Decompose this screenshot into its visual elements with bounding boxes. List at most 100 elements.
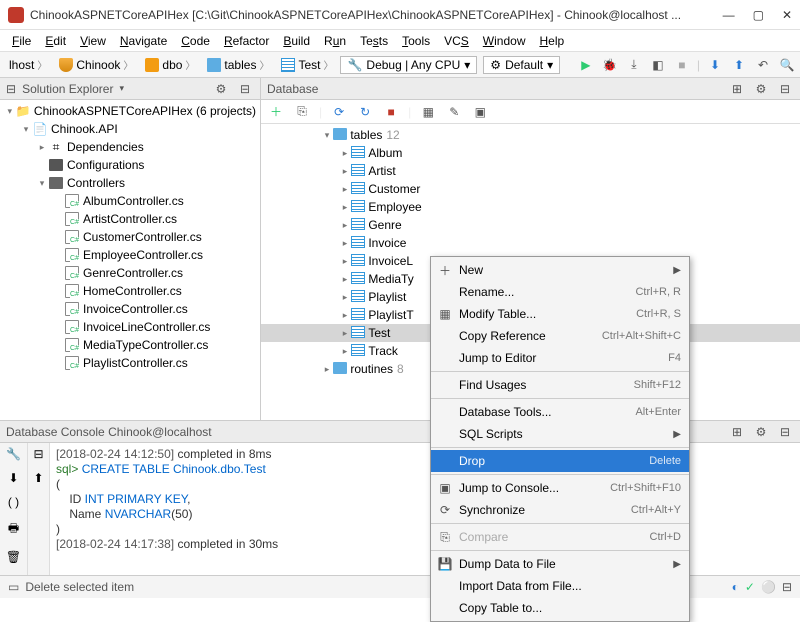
menu-item-copy-table-to-[interactable]: Copy Table to...	[431, 597, 689, 619]
project-node[interactable]: ▾📄Chinook.API	[0, 120, 260, 138]
status-text: Delete selected item	[25, 580, 134, 594]
print-icon[interactable]: 🖶	[8, 519, 19, 540]
dependencies-node[interactable]: ▸⌗Dependencies	[0, 138, 260, 156]
menu-file[interactable]: File	[6, 32, 37, 50]
table-row[interactable]: ▸ Invoice	[261, 234, 800, 252]
crumb-host[interactable]: lhost〉	[4, 55, 52, 74]
menu-item-jump-to-console-[interactable]: ▣Jump to Console...Ctrl+Shift+F10	[431, 477, 689, 499]
status-indicator-2[interactable]: ✓	[745, 580, 755, 594]
export-icon[interactable]: ⬆	[33, 471, 43, 485]
menu-item-modify-table-[interactable]: ▦Modify Table...Ctrl+R, S	[431, 303, 689, 325]
table-row[interactable]: ▸ Album	[261, 144, 800, 162]
table-row[interactable]: ▸ Employee	[261, 198, 800, 216]
attach-button[interactable]: ⤓	[625, 56, 643, 74]
run-button[interactable]: ▶	[577, 56, 595, 74]
menu-window[interactable]: Window	[477, 32, 532, 50]
controller-file[interactable]: PlaylistController.cs	[0, 354, 260, 372]
status-indicator-1[interactable]: ◐	[732, 580, 739, 594]
vcs-update-button[interactable]: ⬇	[706, 56, 724, 74]
db-add-icon[interactable]: ＋	[267, 103, 285, 121]
build-config-selector[interactable]: 🔧 Debug | Any CPU ▾	[340, 56, 477, 74]
download-icon[interactable]: ⬇	[8, 471, 18, 485]
debug-button[interactable]: 🐞	[601, 56, 619, 74]
menu-item-new[interactable]: ＋New▶	[431, 259, 689, 281]
controller-file[interactable]: InvoiceController.cs	[0, 300, 260, 318]
menu-build[interactable]: Build	[277, 32, 316, 50]
db-panel-options-icon[interactable]: ⊞	[728, 80, 746, 98]
maximize-button[interactable]: ▢	[753, 8, 764, 22]
tables-folder[interactable]: ▾ tables12	[261, 126, 800, 144]
search-button[interactable]: 🔍	[778, 56, 796, 74]
controller-file[interactable]: AlbumController.cs	[0, 192, 260, 210]
configurations-node[interactable]: Configurations	[0, 156, 260, 174]
controller-file[interactable]: InvoiceLineController.cs	[0, 318, 260, 336]
menu-item-database-tools-[interactable]: Database Tools...Alt+Enter	[431, 401, 689, 423]
controller-file[interactable]: MediaTypeController.cs	[0, 336, 260, 354]
panel-settings-icon[interactable]: ⚙	[212, 80, 230, 98]
menu-run[interactable]: Run	[318, 32, 352, 50]
panel-hide-icon[interactable]: ⊟	[236, 80, 254, 98]
status-indicator-3[interactable]: ⚪	[761, 580, 776, 594]
vcs-commit-button[interactable]: ⬆	[730, 56, 748, 74]
menu-navigate[interactable]: Navigate	[114, 32, 173, 50]
menu-item-sql-scripts[interactable]: SQL Scripts▶	[431, 423, 689, 445]
coverage-button[interactable]: ◧	[649, 56, 667, 74]
wrench-icon[interactable]: 🔧	[6, 447, 21, 461]
controller-file[interactable]: ArtistController.cs	[0, 210, 260, 228]
db-console-icon[interactable]: ▣	[471, 103, 489, 121]
db-data-icon[interactable]: ▦	[419, 103, 437, 121]
controllers-node[interactable]: ▾Controllers	[0, 174, 260, 192]
status-indicator-4[interactable]: ⊟	[782, 580, 792, 594]
table-row[interactable]: ▸ Customer	[261, 180, 800, 198]
crumb-db[interactable]: Chinook〉	[54, 55, 138, 74]
db-refresh-icon[interactable]: ⟳	[330, 103, 348, 121]
menu-edit[interactable]: Edit	[39, 32, 72, 50]
crumb-tables[interactable]: tables〉	[202, 55, 274, 74]
table-row[interactable]: ▸ Artist	[261, 162, 800, 180]
controller-file[interactable]: HomeController.cs	[0, 282, 260, 300]
menu-item-drop[interactable]: DropDelete	[431, 450, 689, 472]
console-options-icon[interactable]: ⊞	[728, 423, 746, 441]
db-sync-icon[interactable]: ↻	[356, 103, 374, 121]
crumb-schema[interactable]: dbo〉	[140, 55, 200, 74]
db-panel-hide-icon[interactable]: ⊟	[776, 80, 794, 98]
controller-file[interactable]: CustomerController.cs	[0, 228, 260, 246]
menu-item-copy-reference[interactable]: Copy ReferenceCtrl+Alt+Shift+C	[431, 325, 689, 347]
menu-item-dump-data-to-file[interactable]: 💾Dump Data to File▶	[431, 553, 689, 575]
menu-tools[interactable]: Tools	[396, 32, 436, 50]
controller-file[interactable]: GenreController.cs	[0, 264, 260, 282]
collapse-icon[interactable]: ⊟	[6, 82, 16, 96]
db-duplicate-icon[interactable]: ⎘	[293, 103, 311, 121]
controller-file[interactable]: EmployeeController.cs	[0, 246, 260, 264]
minimize-button[interactable]: —	[723, 8, 735, 22]
menu-help[interactable]: Help	[533, 32, 570, 50]
crumb-table[interactable]: Test〉	[276, 55, 338, 74]
db-edit-icon[interactable]: ✎	[445, 103, 463, 121]
menu-item-import-data-from-file-[interactable]: Import Data from File...	[431, 575, 689, 597]
menu-view[interactable]: View	[74, 32, 112, 50]
collapse-output-icon[interactable]: ⊟	[33, 447, 43, 461]
trash-icon[interactable]: 🗑	[6, 550, 21, 564]
menu-tests[interactable]: Tests	[354, 32, 394, 50]
db-stop-icon[interactable]: ■	[382, 103, 400, 121]
menu-item-rename-[interactable]: Rename...Ctrl+R, R	[431, 281, 689, 303]
table-row[interactable]: ▸ Genre	[261, 216, 800, 234]
db-panel-settings-icon[interactable]: ⚙	[752, 80, 770, 98]
database-toolbar: ＋ ⎘ | ⟳ ↻ ■ | ▦ ✎ ▣	[261, 100, 800, 124]
menu-code[interactable]: Code	[175, 32, 216, 50]
brackets-icon[interactable]: ( )	[8, 495, 19, 509]
menu-refactor[interactable]: Refactor	[218, 32, 275, 50]
stop-button[interactable]: ■	[673, 56, 691, 74]
vcs-history-button[interactable]: ↶	[754, 56, 772, 74]
solution-panel-title: Solution Explorer	[22, 82, 113, 96]
menu-item-jump-to-editor[interactable]: Jump to EditorF4	[431, 347, 689, 369]
console-settings-icon[interactable]: ⚙	[752, 423, 770, 441]
solution-root[interactable]: ▾📁ChinookASPNETCoreAPIHex (6 projects)	[0, 102, 260, 120]
close-button[interactable]: ✕	[782, 8, 792, 22]
solution-tree[interactable]: ▾📁ChinookASPNETCoreAPIHex (6 projects) ▾…	[0, 100, 260, 420]
menu-item-synchronize[interactable]: ⟳SynchronizeCtrl+Alt+Y	[431, 499, 689, 521]
console-hide-icon[interactable]: ⊟	[776, 423, 794, 441]
run-profile-selector[interactable]: ⚙ Default ▾	[483, 56, 560, 74]
menu-vcs[interactable]: VCS	[438, 32, 475, 50]
menu-item-find-usages[interactable]: Find UsagesShift+F12	[431, 374, 689, 396]
